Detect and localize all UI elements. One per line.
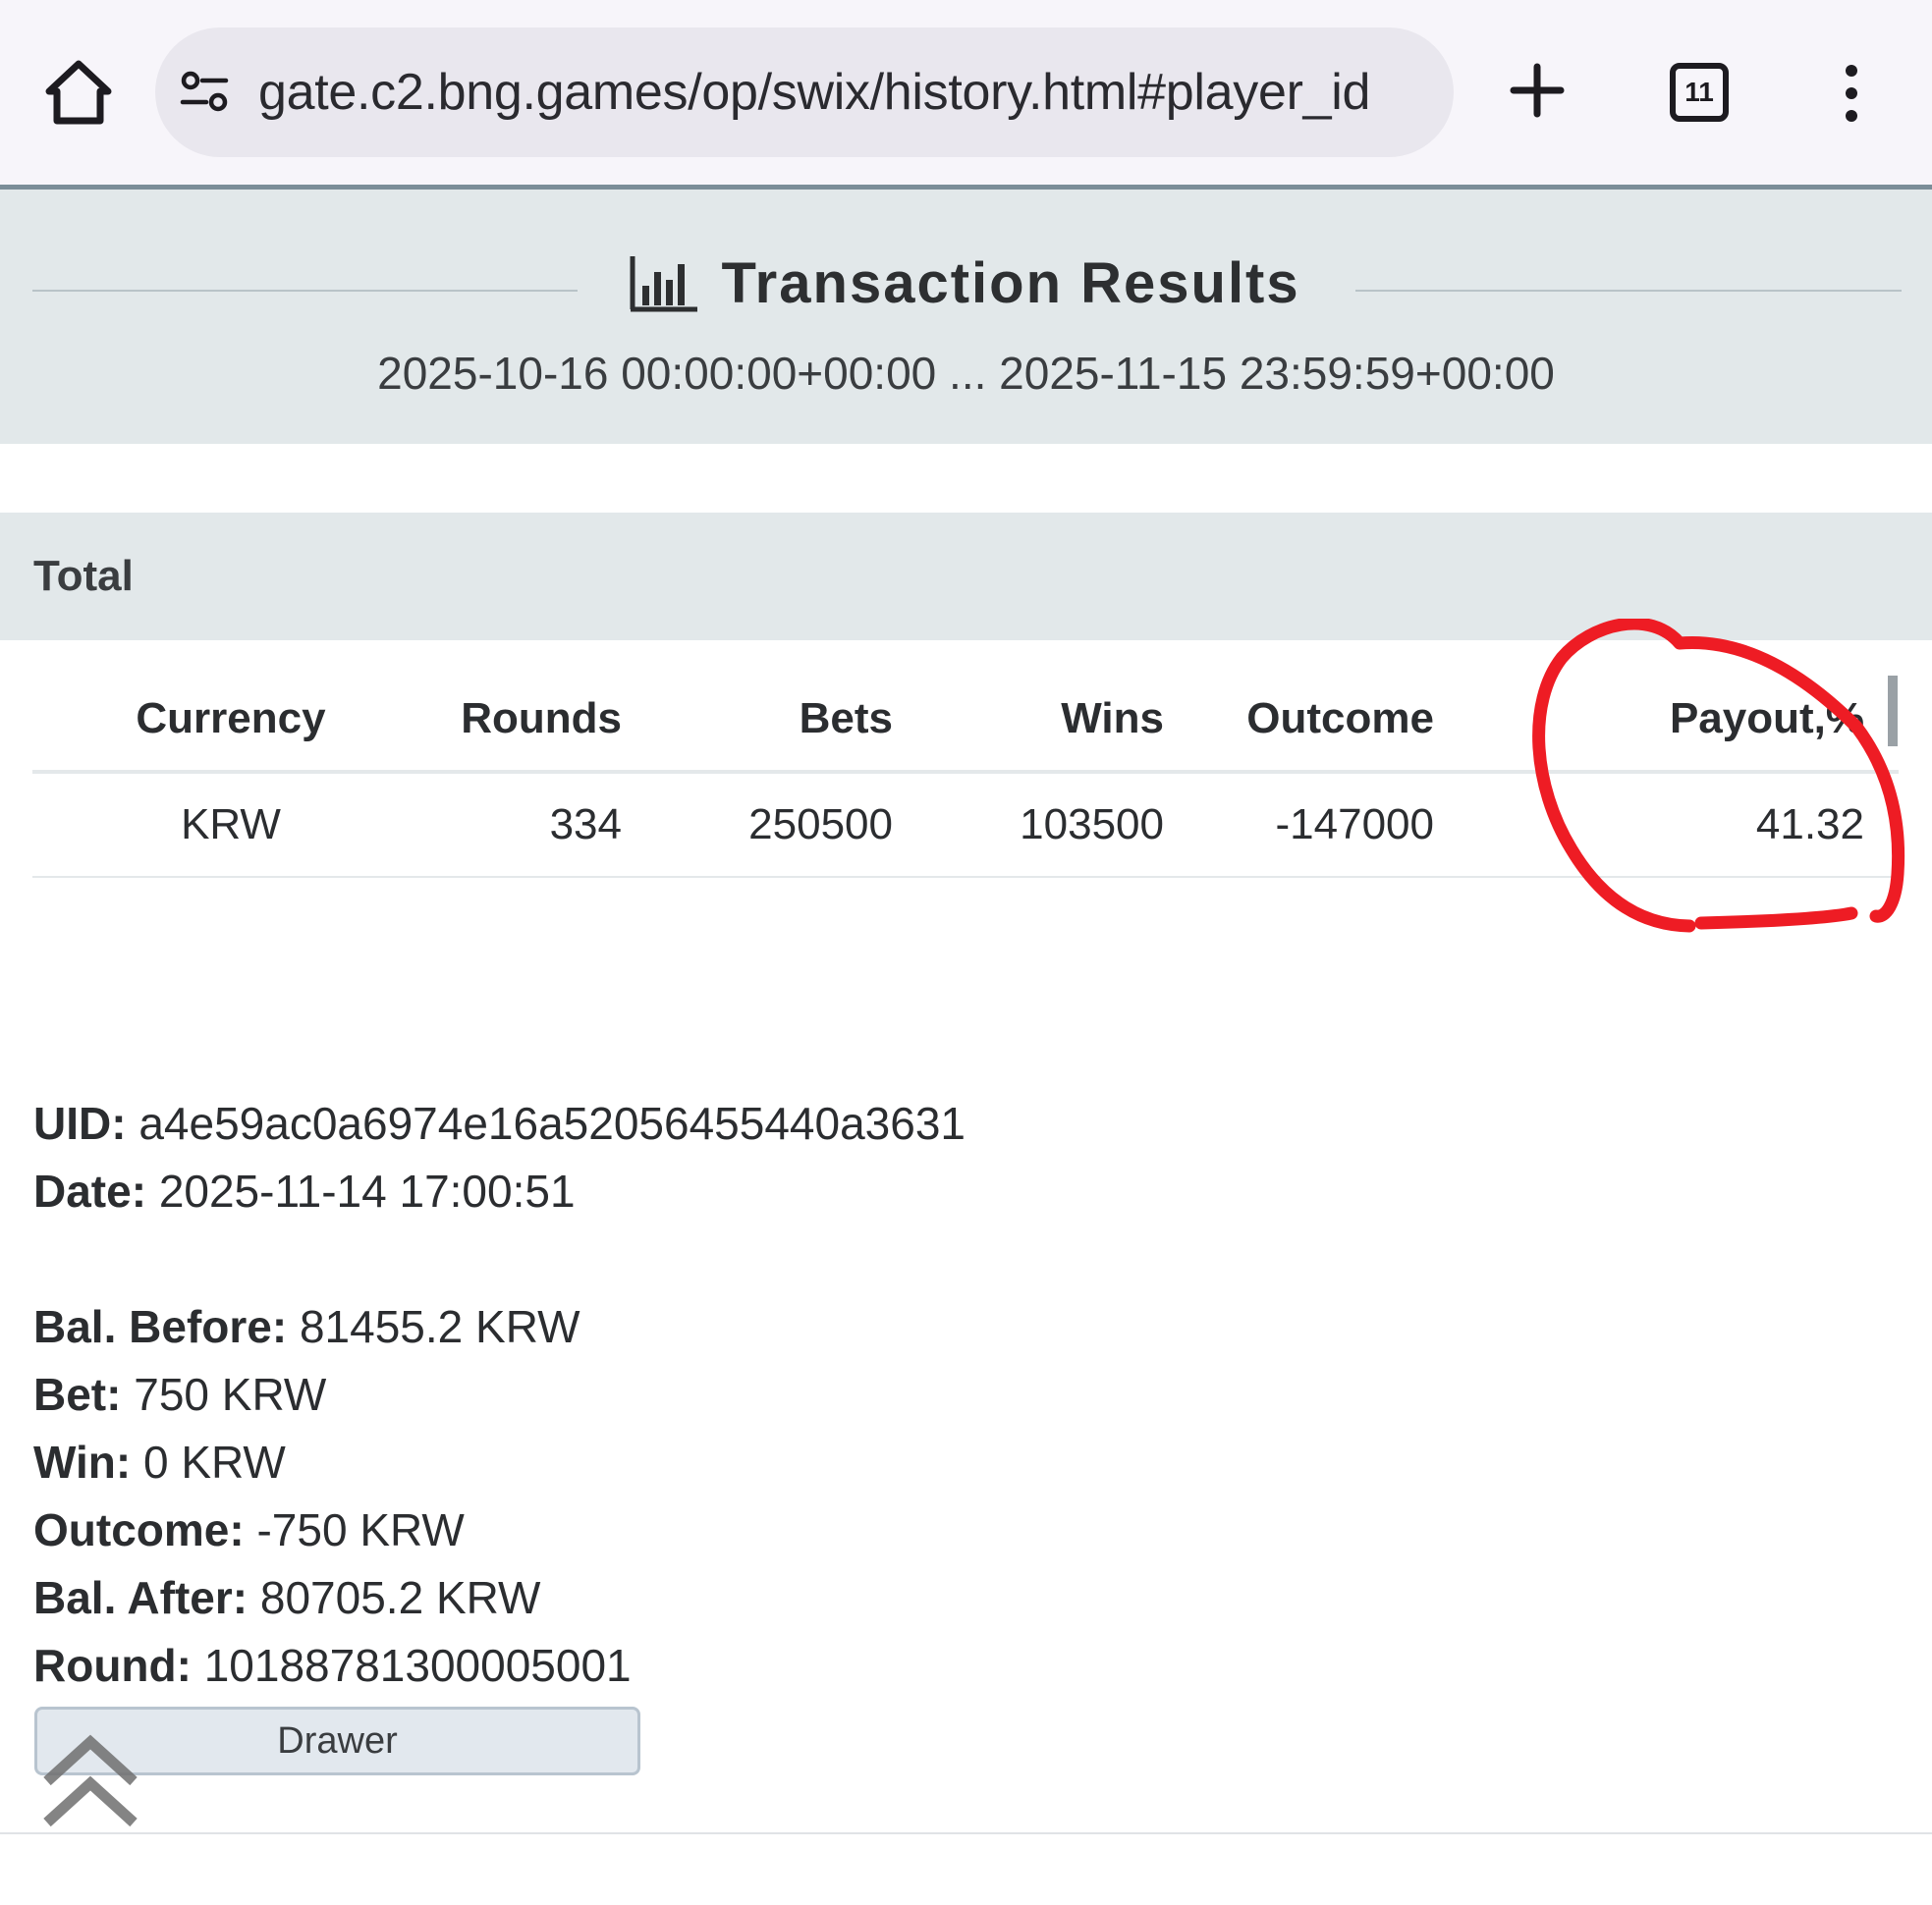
bal-after-line: Bal. After: 80705.2 KRW bbox=[33, 1564, 966, 1632]
outcome-line: Outcome: -750 KRW bbox=[33, 1497, 966, 1564]
bal-before-value: 81455.2 KRW bbox=[299, 1301, 580, 1352]
cell-currency: KRW bbox=[181, 800, 281, 848]
cell-rounds: 334 bbox=[549, 800, 622, 848]
win-line: Win: 0 KRW bbox=[33, 1429, 966, 1497]
bal-after-label: Bal. After: bbox=[33, 1572, 248, 1623]
page-title-wrap: Transaction Results bbox=[629, 250, 1300, 329]
total-label: Total bbox=[33, 552, 134, 600]
column-header-currency: Currency bbox=[136, 694, 326, 742]
site-settings-icon[interactable] bbox=[177, 65, 232, 120]
column-header-outcome: Outcome bbox=[1246, 694, 1434, 742]
home-icon[interactable] bbox=[39, 54, 118, 133]
outcome-value: -750 KRW bbox=[256, 1504, 465, 1555]
uid-line: UID: a4e59ac0a6974e16a52056455440a3631 bbox=[33, 1090, 966, 1158]
plus-icon[interactable] bbox=[1508, 61, 1567, 120]
date-value: 2025-11-14 17:00:51 bbox=[158, 1166, 576, 1217]
cell-bets: 250500 bbox=[748, 800, 893, 848]
date-range: 2025-10-16 00:00:00+00:00 ... 2025-11-15… bbox=[377, 348, 1555, 399]
bet-label: Bet: bbox=[33, 1369, 122, 1420]
uid-value: a4e59ac0a6974e16a52056455440a3631 bbox=[138, 1098, 966, 1149]
cell-wins: 103500 bbox=[1020, 800, 1164, 848]
win-label: Win: bbox=[33, 1437, 132, 1488]
page-title: Transaction Results bbox=[721, 251, 1300, 315]
round-value: 10188781300005001 bbox=[203, 1640, 632, 1691]
url-text[interactable]: gate.c2.bng.games/op/swix/history.html#p… bbox=[258, 27, 1370, 157]
win-value: 0 KRW bbox=[143, 1437, 286, 1488]
tabs-icon[interactable]: 11 bbox=[1670, 63, 1729, 122]
outcome-label: Outcome: bbox=[33, 1504, 245, 1555]
transaction-details: UID: a4e59ac0a6974e16a52056455440a3631 D… bbox=[33, 1090, 966, 1700]
bal-before-line: Bal. Before: 81455.2 KRW bbox=[33, 1293, 966, 1361]
column-header-rounds: Rounds bbox=[461, 694, 622, 742]
date-label: Date: bbox=[33, 1166, 147, 1217]
bet-value: 750 KRW bbox=[134, 1369, 327, 1420]
bal-after-value: 80705.2 KRW bbox=[259, 1572, 541, 1623]
results-header: Transaction Results 2025-10-16 00:00:00+… bbox=[0, 185, 1932, 444]
section-divider bbox=[0, 1832, 1932, 1834]
address-bar[interactable]: gate.c2.bng.games/op/swix/history.html#p… bbox=[155, 27, 1454, 157]
cell-outcome: -147000 bbox=[1275, 800, 1434, 848]
bet-line: Bet: 750 KRW bbox=[33, 1361, 966, 1429]
round-line: Round: 10188781300005001 bbox=[33, 1632, 966, 1700]
column-header-wins: Wins bbox=[1061, 694, 1164, 742]
header-rule bbox=[1355, 290, 1902, 292]
round-label: Round: bbox=[33, 1640, 192, 1691]
annotation-circle bbox=[1532, 619, 1905, 933]
uid-label: UID: bbox=[33, 1098, 127, 1149]
browser-toolbar: gate.c2.bng.games/op/swix/history.html#p… bbox=[0, 0, 1932, 185]
header-rule bbox=[32, 290, 578, 292]
more-vert-icon[interactable] bbox=[1832, 61, 1871, 130]
date-line: Date: 2025-11-14 17:00:51 bbox=[33, 1158, 966, 1225]
double-chevron-up-icon[interactable] bbox=[39, 1730, 141, 1832]
column-header-bets: Bets bbox=[799, 694, 893, 742]
bar-chart-icon bbox=[630, 255, 697, 311]
bal-before-label: Bal. Before: bbox=[33, 1301, 288, 1352]
